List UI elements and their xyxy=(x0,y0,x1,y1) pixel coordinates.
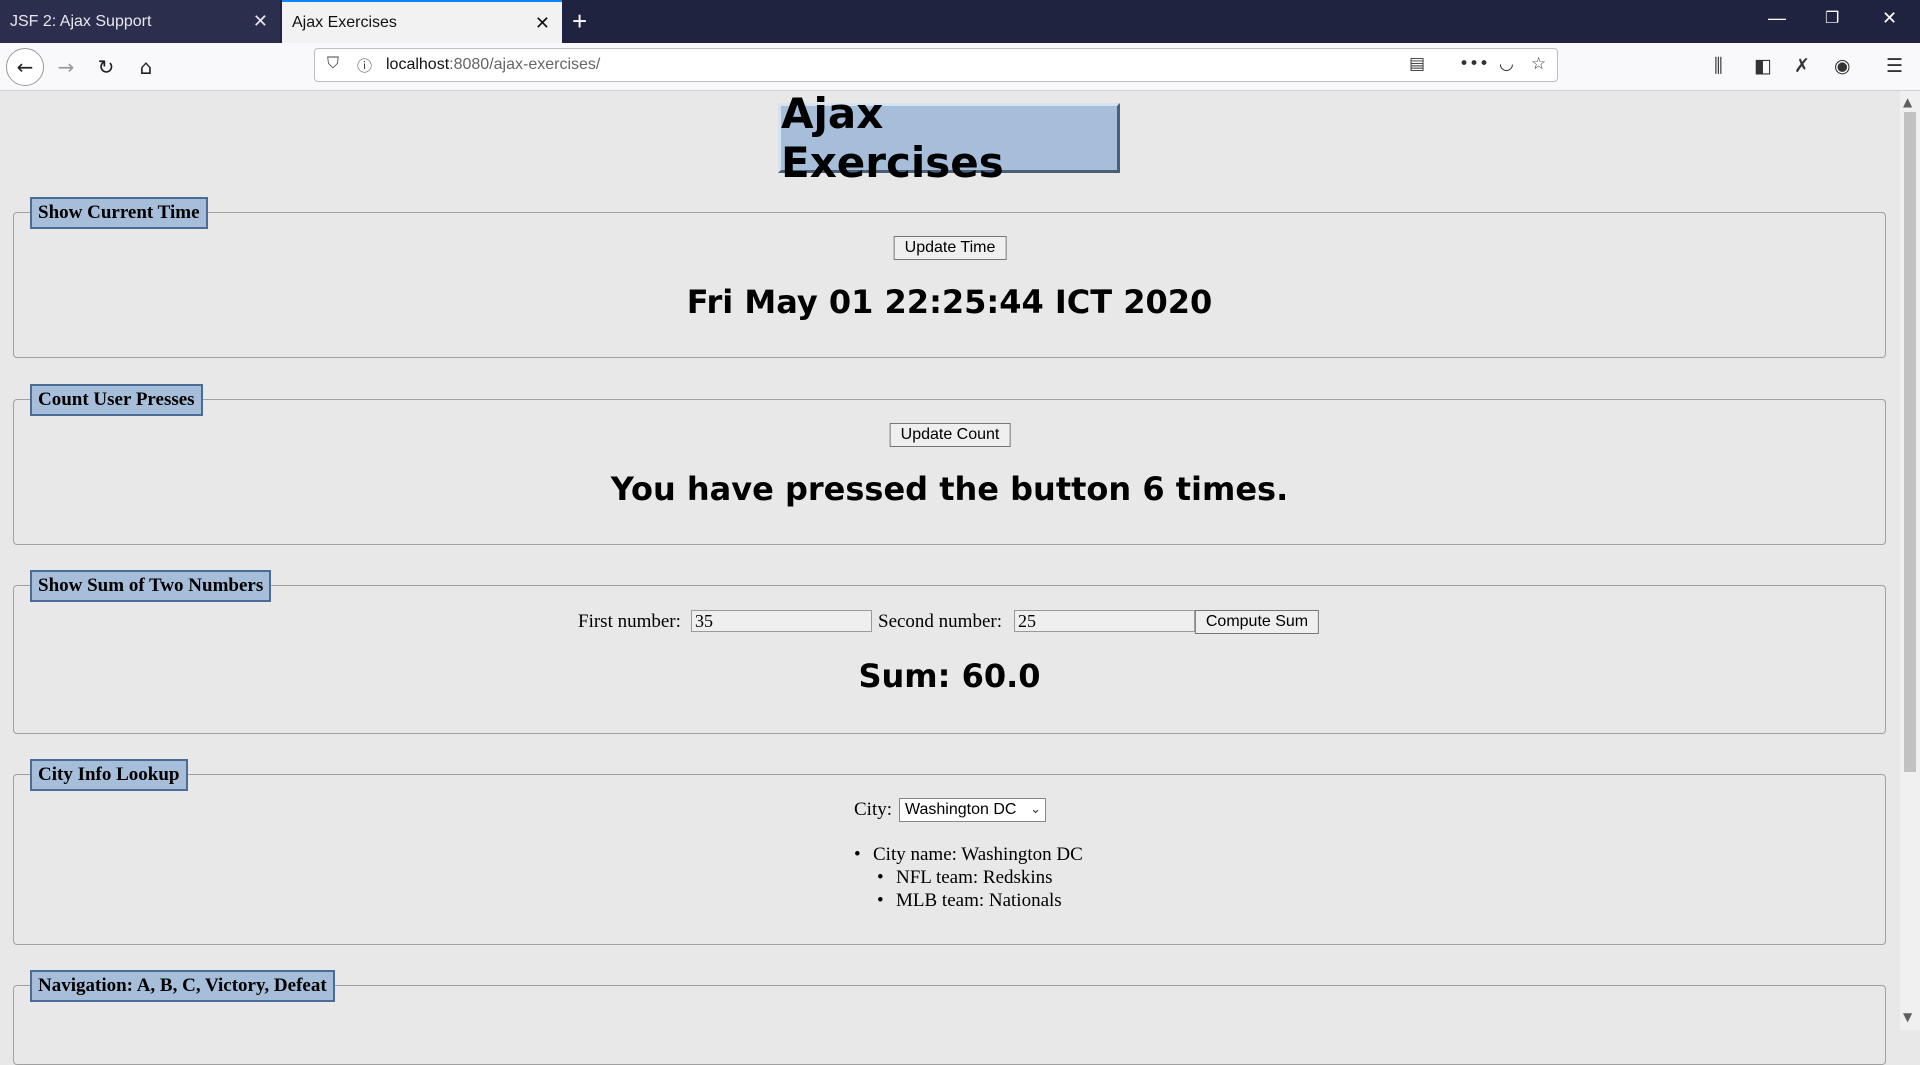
mlb-team-item: MLB team: Nationals xyxy=(877,889,1083,912)
first-number-input[interactable]: 35 xyxy=(691,610,872,632)
city-select[interactable]: Washington DC ⌄ xyxy=(899,798,1046,822)
count-text: You have pressed the button 6 times. xyxy=(610,470,1289,508)
sidebar-icon[interactable]: ◧ xyxy=(1754,55,1772,77)
city-label: City: xyxy=(854,799,893,820)
update-time-button[interactable]: Update Time xyxy=(893,236,1007,260)
reader-icon[interactable]: ▤ xyxy=(1409,54,1425,74)
city-legend: City Info Lookup xyxy=(30,759,188,791)
back-icon[interactable]: ← xyxy=(6,48,44,86)
close-icon[interactable]: ✕ xyxy=(253,11,268,32)
sum-legend: Show Sum of Two Numbers xyxy=(30,570,272,602)
city-info-list: City name: Washington DC NFL team: Redsk… xyxy=(854,843,1083,912)
pocket-icon[interactable]: ◡ xyxy=(1499,54,1514,74)
url-host: localhost xyxy=(386,56,450,73)
scroll-up-icon[interactable]: ▲ xyxy=(1903,95,1912,109)
info-icon[interactable]: ⓘ xyxy=(357,55,372,76)
home-icon[interactable]: ⌂ xyxy=(129,50,163,84)
current-time-text: Fri May 01 22:25:44 ICT 2020 xyxy=(686,283,1213,321)
tab-jsf-ajax-support[interactable]: JSF 2: Ajax Support ✕ xyxy=(0,0,280,43)
navigation-fieldset: Navigation: A, B, C, Victory, Defeat xyxy=(13,970,1886,1065)
nav-toolbar: ← → ↻ ⌂ ⛉ ⓘ localhost:8080/ajax-exercise… xyxy=(0,43,1920,91)
count-fieldset: Count User Presses Update Count You have… xyxy=(13,384,1886,545)
tab-bar: JSF 2: Ajax Support ✕ Ajax Exercises ✕ +… xyxy=(0,0,1920,43)
forward-icon[interactable]: → xyxy=(49,50,83,84)
first-number-label: First number: xyxy=(578,611,681,632)
nfl-team-item: NFL team: Redskins xyxy=(877,866,1083,889)
time-fieldset: Show Current Time Update Time Fri May 01… xyxy=(13,197,1886,358)
scroll-thumb[interactable] xyxy=(1904,112,1916,772)
tab-ajax-exercises[interactable]: Ajax Exercises ✕ xyxy=(282,0,562,43)
city-select-value: Washington DC xyxy=(905,801,1017,818)
second-number-input[interactable]: 25 xyxy=(1014,610,1195,632)
url-path: :8080/ajax-exercises/ xyxy=(449,56,601,73)
sum-result-text: Sum: 60.0 xyxy=(858,657,1041,695)
library-icon[interactable]: ⫼ xyxy=(1714,55,1723,77)
city-name-item: City name: Washington DC xyxy=(854,843,1083,866)
window-close-icon[interactable]: ✕ xyxy=(1882,8,1897,29)
sum-fieldset: Show Sum of Two Numbers First number: 35… xyxy=(13,570,1886,734)
restore-icon[interactable]: ❐ xyxy=(1825,8,1839,28)
new-tab-icon[interactable]: + xyxy=(572,6,587,37)
extension-icon[interactable]: ✗ xyxy=(1794,55,1810,77)
account-icon[interactable]: ◉ xyxy=(1834,55,1851,77)
tab-label: Ajax Exercises xyxy=(292,13,397,31)
scroll-down-icon[interactable]: ▼ xyxy=(1903,1010,1912,1024)
url-text[interactable]: localhost:8080/ajax-exercises/ xyxy=(386,56,600,74)
chevron-down-icon: ⌄ xyxy=(1030,802,1041,817)
minimize-icon[interactable]: — xyxy=(1768,8,1786,29)
more-icon[interactable]: ••• xyxy=(1459,54,1489,74)
page-title: Ajax Exercises xyxy=(778,89,1120,187)
shield-icon[interactable]: ⛉ xyxy=(327,55,339,73)
time-legend: Show Current Time xyxy=(30,197,208,229)
tab-label: JSF 2: Ajax Support xyxy=(10,12,152,30)
bookmark-star-icon[interactable]: ☆ xyxy=(1531,54,1546,74)
navigation-legend: Navigation: A, B, C, Victory, Defeat xyxy=(30,970,335,1002)
address-bar[interactable]: ⛉ ⓘ localhost:8080/ajax-exercises/ ▤ •••… xyxy=(314,48,1558,82)
city-fieldset: City Info Lookup City: Washington DC ⌄ C… xyxy=(13,759,1886,945)
update-count-button[interactable]: Update Count xyxy=(889,423,1011,447)
compute-sum-button[interactable]: Compute Sum xyxy=(1194,610,1320,634)
second-number-label: Second number: xyxy=(878,611,1003,632)
reload-icon[interactable]: ↻ xyxy=(89,50,123,84)
close-icon[interactable]: ✕ xyxy=(535,13,550,34)
count-legend: Count User Presses xyxy=(30,384,203,416)
menu-icon[interactable]: ☰ xyxy=(1886,55,1903,77)
